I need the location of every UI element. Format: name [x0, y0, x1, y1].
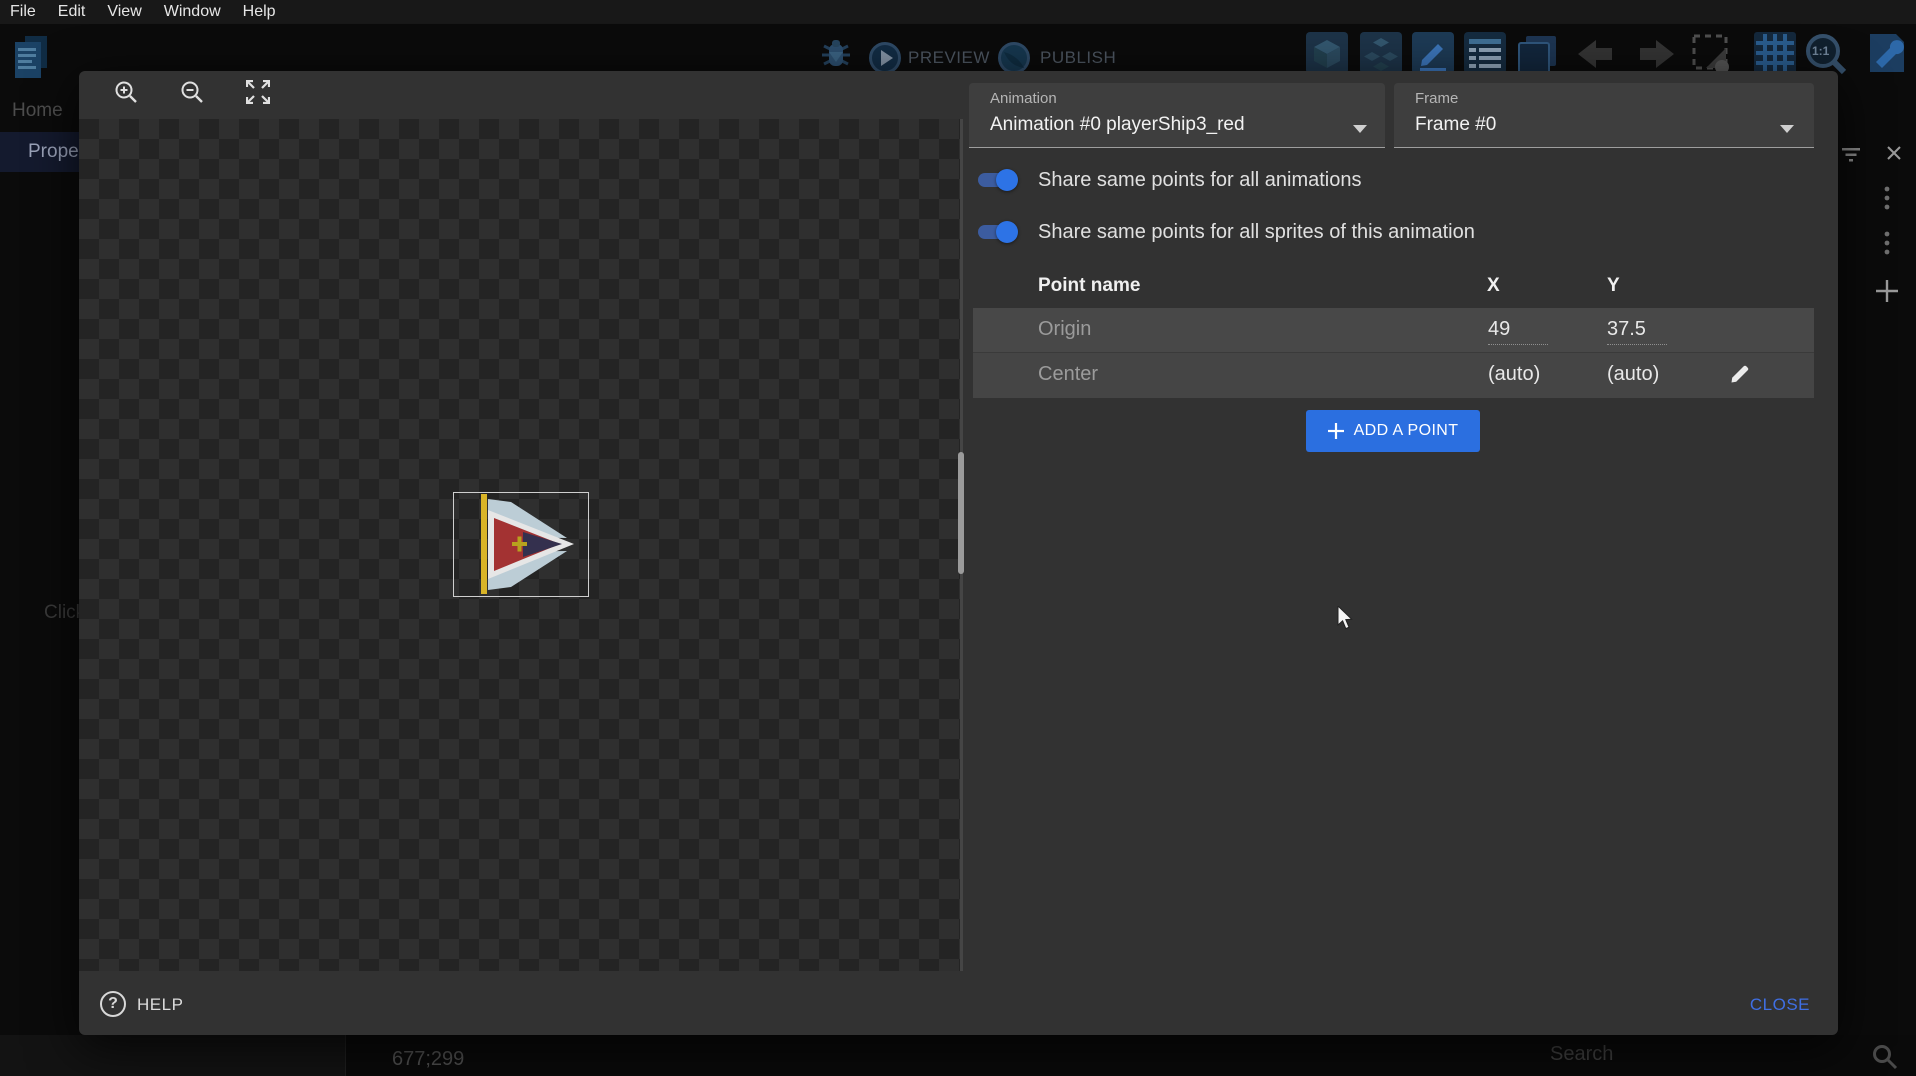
sprite-image[interactable] [453, 492, 589, 597]
filter-icon[interactable] [1842, 148, 1860, 167]
chevron-down-icon [1353, 125, 1367, 133]
help-button[interactable]: HELP [137, 995, 183, 1015]
sprite-canvas[interactable] [79, 119, 960, 971]
add-panel-icon[interactable] [1876, 280, 1898, 307]
canvas-scrollbar-thumb[interactable] [958, 452, 964, 574]
menu-help[interactable]: Help [243, 3, 276, 21]
column-header-y: Y [1607, 275, 1620, 297]
column-header-point-name: Point name [1038, 275, 1140, 297]
frame-select[interactable]: Frame Frame #0 [1394, 83, 1814, 148]
edit-point-icon[interactable] [1729, 363, 1751, 390]
project-manager-icon[interactable] [15, 36, 49, 85]
preview-button[interactable]: PREVIEW [908, 48, 990, 68]
objects-panel-footer [0, 1035, 346, 1076]
publish-button[interactable]: PUBLISH [1040, 48, 1116, 68]
chevron-down-icon [1780, 125, 1794, 133]
app-root: { "menu": { "items": ["File", "Edit", "V… [0, 0, 1916, 1076]
share-points-animations-toggle[interactable] [976, 169, 1020, 191]
close-button[interactable]: CLOSE [1750, 995, 1810, 1015]
share-points-sprites-toggle[interactable] [976, 221, 1020, 243]
frame-select-label: Frame [1415, 90, 1458, 107]
help-glyph: ? [108, 995, 118, 1013]
tab-home[interactable]: Home [12, 100, 63, 122]
zoom-in-icon[interactable] [114, 80, 138, 104]
menu-edit[interactable]: Edit [58, 3, 86, 21]
close-panel-icon[interactable] [1886, 145, 1902, 166]
redo-icon[interactable] [1630, 40, 1674, 73]
table-row-origin[interactable]: Origin 49 37.5 [973, 308, 1814, 352]
menu-view[interactable]: View [107, 3, 141, 21]
animation-select-value: Animation #0 playerShip3_red [990, 114, 1245, 136]
point-y-field[interactable]: (auto) [1607, 363, 1659, 386]
sprite-engine-stripe [481, 494, 487, 594]
search-input[interactable] [1548, 1042, 1852, 1067]
add-point-button-label: ADD A POINT [1354, 422, 1459, 440]
column-header-x: X [1487, 275, 1500, 297]
share-points-sprites-label: Share same points for all sprites of thi… [1038, 221, 1475, 244]
point-x-field[interactable]: (auto) [1488, 363, 1540, 386]
toggle-thumb [996, 169, 1018, 191]
more-options-icon[interactable] [1884, 186, 1890, 211]
more-options-icon-2[interactable] [1884, 231, 1890, 256]
zoom-out-icon[interactable] [180, 80, 204, 104]
undo-icon[interactable] [1578, 40, 1622, 73]
menu-window[interactable]: Window [164, 3, 221, 21]
frame-select-value: Frame #0 [1415, 114, 1496, 136]
menu-bar: File Edit View Window Help [0, 0, 1916, 24]
point-name: Center [1038, 363, 1098, 386]
table-row-center[interactable]: Center (auto) (auto) [973, 352, 1814, 398]
plus-icon [1328, 423, 1344, 439]
project-settings-icon[interactable] [1866, 32, 1908, 79]
add-point-button[interactable]: ADD A POINT [1306, 410, 1480, 452]
search-icon[interactable] [1872, 1044, 1898, 1075]
animation-select[interactable]: Animation Animation #0 playerShip3_red [969, 83, 1385, 148]
points-editor-dialog: Animation Animation #0 playerShip3_red F… [79, 71, 1838, 1035]
cursor-coordinates: 677;299 [392, 1048, 464, 1071]
fit-to-view-icon[interactable] [246, 80, 270, 104]
point-x-field[interactable]: 49 [1488, 318, 1548, 345]
animation-select-label: Animation [990, 90, 1057, 107]
menu-file[interactable]: File [10, 3, 36, 21]
toggle-thumb [996, 221, 1018, 243]
share-points-animations-label: Share same points for all animations [1038, 169, 1362, 192]
help-icon[interactable]: ? [100, 991, 126, 1017]
point-y-field[interactable]: 37.5 [1607, 318, 1667, 345]
point-name: Origin [1038, 318, 1091, 341]
one-to-one-label: 1:1 [1812, 44, 1829, 58]
